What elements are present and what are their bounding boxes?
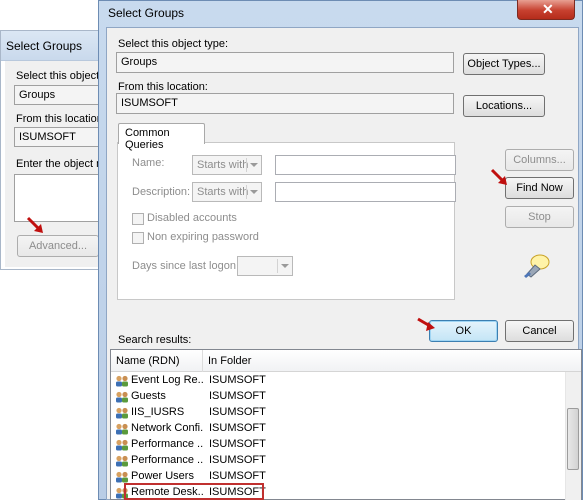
name-mode-select[interactable]: Starts with: [192, 155, 262, 175]
stop-button[interactable]: Stop: [505, 206, 574, 228]
red-pointer-arrow-icon: [490, 168, 507, 185]
days-since-logon-select[interactable]: [237, 256, 293, 276]
red-pointer-arrow-icon: [26, 216, 43, 233]
table-row[interactable]: IIS_IUSRS ISUMSOFT: [111, 405, 571, 421]
search-results-list[interactable]: Name (RDN) In Folder Event Log Re... ISUM…: [110, 349, 582, 500]
results-header: Name (RDN) In Folder: [111, 350, 581, 372]
search-flashlight-icon: [524, 254, 550, 278]
location-field: ISUMSOFT: [116, 93, 454, 114]
table-row[interactable]: Performance ... ISUMSOFT: [111, 437, 571, 453]
object-type-field: Groups: [116, 52, 454, 73]
group-icon: [116, 423, 128, 435]
row-folder: ISUMSOFT: [209, 454, 266, 466]
location-label: From this location:: [118, 81, 208, 93]
row-folder: ISUMSOFT: [209, 406, 266, 418]
back-advanced-button[interactable]: Advanced...: [17, 235, 99, 257]
object-types-button[interactable]: Object Types...: [463, 53, 545, 75]
description-label: Description:: [132, 186, 191, 198]
row-name: IIS_IUSRS: [131, 406, 185, 418]
row-name: Performance ...: [131, 438, 203, 450]
group-icon: [116, 407, 128, 419]
row-folder: ISUMSOFT: [209, 374, 266, 386]
group-icon: [116, 455, 128, 467]
tab-common-queries[interactable]: Common Queries: [118, 123, 205, 151]
red-pointer-arrow-icon: [417, 317, 435, 331]
dialog-title: Select Groups: [108, 6, 185, 20]
close-icon: ✕: [542, 1, 554, 17]
object-type-label: Select this object type:: [118, 38, 229, 50]
chevron-down-icon: [281, 264, 289, 268]
row-folder: ISUMSOFT: [209, 390, 266, 402]
row-name: Network Confi...: [131, 422, 203, 434]
row-name: Performance ...: [131, 454, 203, 466]
row-folder: ISUMSOFT: [209, 438, 266, 450]
row-folder: ISUMSOFT: [209, 470, 266, 482]
close-button[interactable]: ✕: [517, 0, 575, 20]
tab-common-queries-label: Common Queries: [125, 127, 170, 151]
remote-desktop-highlight-box: [124, 483, 264, 500]
column-header-name[interactable]: Name (RDN): [111, 350, 203, 372]
non-expiring-password-checkbox[interactable]: [132, 232, 144, 244]
combo-separator: [246, 185, 247, 199]
row-name: Event Log Re...: [131, 374, 203, 386]
name-label: Name:: [132, 157, 165, 169]
results-scrollbar-thumb[interactable]: [567, 408, 579, 470]
table-row[interactable]: Network Confi... ISUMSOFT: [111, 421, 571, 437]
description-mode-value: Starts with: [197, 186, 249, 198]
chevron-down-icon: [250, 190, 258, 194]
back-dialog-title: Select Groups: [6, 39, 83, 53]
chevron-down-icon: [250, 163, 258, 167]
group-icon: [116, 439, 128, 451]
group-icon: [116, 471, 128, 483]
row-name: Guests: [131, 390, 166, 402]
find-now-button[interactable]: Find Now: [505, 177, 574, 199]
columns-button[interactable]: Columns...: [505, 149, 574, 171]
column-header-folder[interactable]: In Folder: [203, 350, 303, 372]
disabled-accounts-label: Disabled accounts: [147, 212, 237, 224]
description-input[interactable]: [275, 182, 456, 202]
row-folder: ISUMSOFT: [209, 422, 266, 434]
row-name: Power Users: [131, 470, 194, 482]
name-input[interactable]: [275, 155, 456, 175]
back-location-label: From this location:: [16, 113, 106, 125]
combo-separator: [246, 158, 247, 172]
back-dialog-window: Select Groups Select this object typ Gro…: [0, 30, 112, 270]
search-results-label: Search results:: [118, 334, 192, 346]
table-row[interactable]: Guests ISUMSOFT: [111, 389, 571, 405]
group-icon: [116, 375, 128, 387]
locations-button[interactable]: Locations...: [463, 95, 545, 117]
name-mode-value: Starts with: [197, 159, 249, 171]
combo-separator: [277, 259, 278, 273]
table-row[interactable]: Performance ... ISUMSOFT: [111, 453, 571, 469]
cancel-button[interactable]: Cancel: [505, 320, 574, 342]
description-mode-select[interactable]: Starts with: [192, 182, 262, 202]
table-row[interactable]: Event Log Re... ISUMSOFT: [111, 373, 571, 389]
disabled-accounts-checkbox[interactable]: [132, 213, 144, 225]
ok-button[interactable]: OK: [429, 320, 498, 342]
back-dialog-titlebar: Select Groups: [1, 31, 111, 61]
non-expiring-password-label: Non expiring password: [147, 231, 259, 243]
days-since-logon-label: Days since last logon:: [132, 260, 239, 272]
group-icon: [116, 391, 128, 403]
